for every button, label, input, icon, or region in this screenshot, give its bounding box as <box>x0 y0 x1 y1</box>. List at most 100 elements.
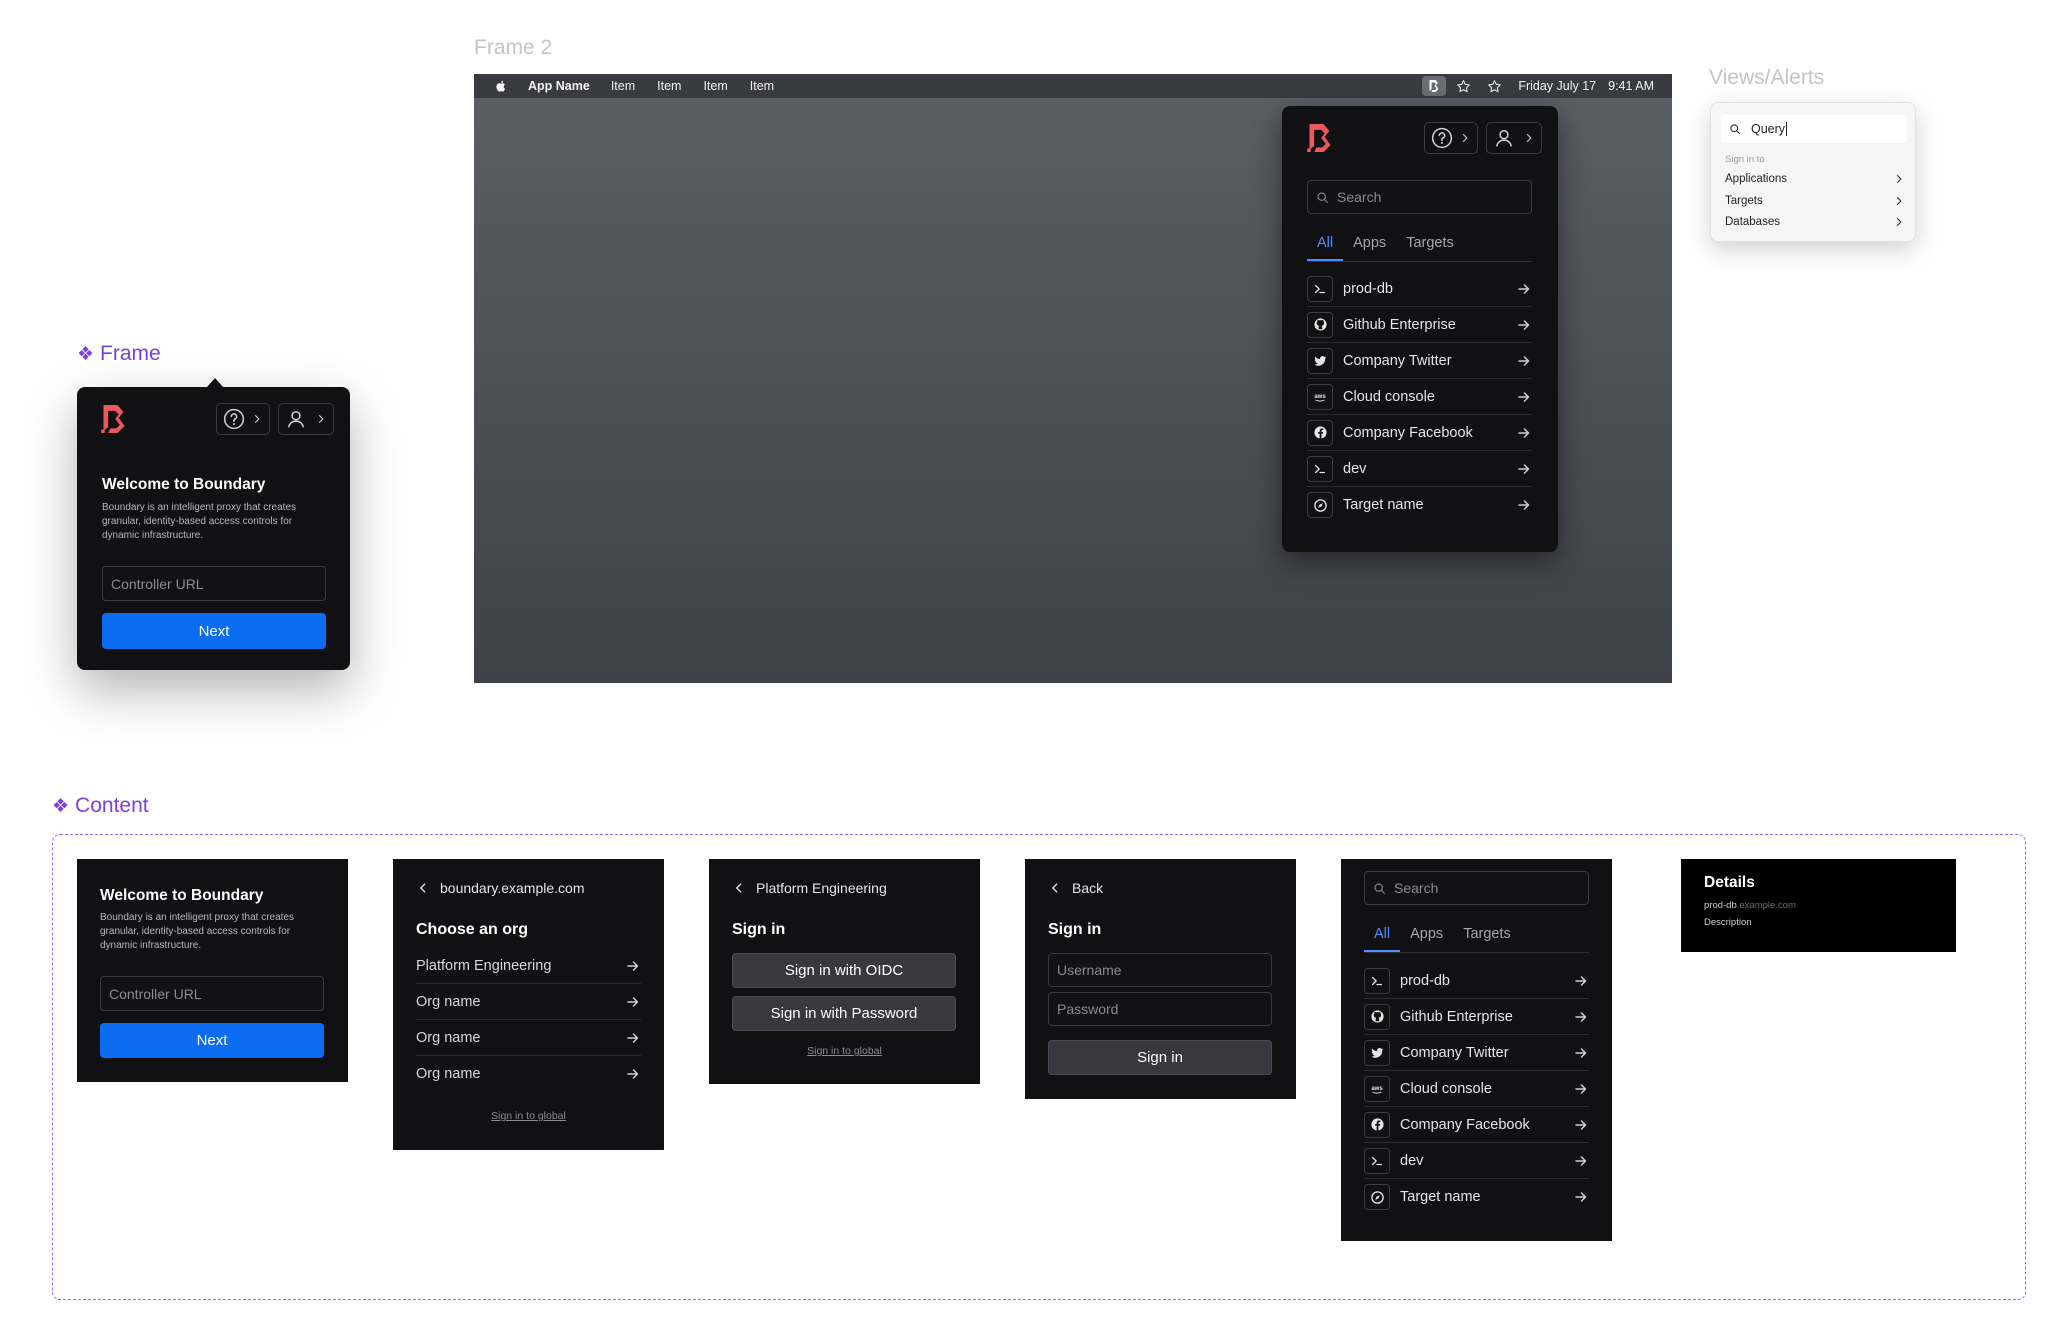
controller-url-placeholder: Controller URL <box>109 985 202 1002</box>
alerts-item[interactable]: Applications <box>1725 171 1905 187</box>
alerts-panel: Query Sign in to Applications Targets Da… <box>1710 102 1916 242</box>
org-row[interactable]: Org name <box>416 1020 641 1056</box>
target-row[interactable]: Company Twitter <box>1307 343 1532 379</box>
star-icon[interactable] <box>1456 79 1471 94</box>
sign-in-global-link[interactable]: Sign in to global <box>393 1110 664 1122</box>
org-row[interactable]: Org name <box>416 984 641 1020</box>
sign-in-button[interactable]: Sign in <box>1048 1040 1272 1075</box>
tab-apps[interactable]: Apps <box>1400 926 1453 952</box>
menubar-item[interactable]: Item <box>611 79 635 93</box>
arrow-right-icon <box>1516 389 1532 405</box>
controller-url-input[interactable]: Controller URL <box>102 566 326 601</box>
arrow-right-icon <box>1516 497 1532 513</box>
target-name: Company Facebook <box>1343 424 1473 441</box>
chevron-right-icon <box>1893 216 1905 228</box>
target-name: Target name <box>1400 1189 1481 1205</box>
org-row[interactable]: Org name <box>416 1056 641 1092</box>
details-target-name: prod-db <box>1704 900 1737 911</box>
component-icon: ❖ <box>77 343 95 365</box>
arrow-right-icon <box>1516 317 1532 333</box>
sign-in-global-link[interactable]: Sign in to global <box>709 1045 980 1057</box>
search-placeholder: Search <box>1394 880 1439 896</box>
target-row[interactable]: Cloud console <box>1307 379 1532 415</box>
username-input[interactable]: Username <box>1048 953 1272 987</box>
alerts-item-label: Applications <box>1725 173 1788 185</box>
content-label: ❖ Content <box>52 794 149 818</box>
org-name: Org name <box>416 993 481 1010</box>
search-input[interactable]: Search <box>1364 871 1589 905</box>
terminal-icon <box>1364 967 1390 994</box>
target-row[interactable]: Company Twitter <box>1364 1035 1589 1071</box>
arrow-right-icon <box>625 1030 641 1046</box>
search-input[interactable]: Search <box>1307 180 1532 214</box>
search-icon <box>1373 882 1386 895</box>
target-row[interactable]: Target name <box>1364 1179 1589 1215</box>
search-placeholder: Search <box>1337 189 1382 205</box>
component-icon: ❖ <box>52 795 70 817</box>
menubar-item[interactable]: Item <box>657 79 681 93</box>
chevron-right-icon <box>1459 132 1471 144</box>
menubar-item[interactable]: Item <box>750 79 774 93</box>
menubar-app-name[interactable]: App Name <box>528 79 590 93</box>
next-button[interactable]: Next <box>100 1023 324 1058</box>
target-list: prod-db Github Enterprise Company Twitte… <box>1307 271 1532 523</box>
back-link[interactable]: Back <box>1048 880 1103 896</box>
password-input[interactable]: Password <box>1048 992 1272 1026</box>
alerts-query-input[interactable]: Query <box>1721 115 1907 143</box>
target-name: dev <box>1343 460 1367 477</box>
github-icon <box>1307 311 1333 338</box>
back-link[interactable]: boundary.example.com <box>416 880 584 896</box>
user-menu-button[interactable] <box>1486 122 1542 154</box>
chevron-left-icon <box>416 881 430 895</box>
star-icon[interactable] <box>1487 79 1502 94</box>
details-host: prod-db.example.com <box>1704 900 1796 911</box>
welcome-title: Welcome to Boundary <box>102 476 266 493</box>
back-link[interactable]: Platform Engineering <box>732 880 887 896</box>
target-row[interactable]: Target name <box>1307 487 1532 523</box>
target-row[interactable]: dev <box>1364 1143 1589 1179</box>
sign-in-oidc-button[interactable]: Sign in with OIDC <box>732 953 956 988</box>
target-row[interactable]: prod-db <box>1307 271 1532 307</box>
tab-targets[interactable]: Targets <box>1453 926 1521 952</box>
compass-icon <box>1307 492 1333 518</box>
password-placeholder: Password <box>1057 1001 1119 1017</box>
target-name: Company Twitter <box>1343 352 1452 369</box>
target-name: Cloud console <box>1343 388 1435 405</box>
target-row[interactable]: Cloud console <box>1364 1071 1589 1107</box>
sign-in-title: Sign in <box>732 921 786 938</box>
sign-in-title: Sign in <box>1048 921 1102 938</box>
help-icon <box>1431 127 1453 149</box>
arrow-right-icon <box>1516 425 1532 441</box>
menubar-item[interactable]: Item <box>703 79 727 93</box>
sign-in-password-button[interactable]: Sign in with Password <box>732 996 956 1031</box>
choose-org-title: Choose an org <box>416 921 529 938</box>
user-menu-button[interactable] <box>278 403 334 435</box>
boundary-menubar-icon[interactable] <box>1422 76 1447 96</box>
apple-icon[interactable] <box>494 79 508 93</box>
target-row[interactable]: Github Enterprise <box>1364 999 1589 1035</box>
org-row[interactable]: Platform Engineering <box>416 948 641 984</box>
help-icon <box>223 408 245 430</box>
target-row[interactable]: Company Facebook <box>1307 415 1532 451</box>
target-row[interactable]: Github Enterprise <box>1307 307 1532 343</box>
target-row[interactable]: prod-db <box>1364 963 1589 999</box>
tab-all[interactable]: All <box>1307 235 1344 261</box>
help-menu-button[interactable] <box>1424 122 1478 154</box>
controller-url-input[interactable]: Controller URL <box>100 976 324 1011</box>
arrow-right-icon <box>1516 353 1532 369</box>
help-menu-button[interactable] <box>216 403 270 435</box>
tab-all[interactable]: All <box>1364 926 1401 952</box>
aws-icon <box>1307 383 1333 410</box>
chevron-right-icon <box>1893 195 1905 207</box>
alerts-item[interactable]: Databases <box>1725 214 1905 230</box>
target-tabs: All Apps Targets <box>1364 926 1589 953</box>
user-icon <box>1493 127 1515 149</box>
tab-targets[interactable]: Targets <box>1396 235 1464 261</box>
target-row[interactable]: dev <box>1307 451 1532 487</box>
target-tabs: All Apps Targets <box>1307 235 1532 262</box>
target-row[interactable]: Company Facebook <box>1364 1107 1589 1143</box>
tab-apps[interactable]: Apps <box>1343 235 1396 261</box>
details-screen: Details prod-db.example.com Description <box>1681 859 1956 952</box>
next-button[interactable]: Next <box>102 613 326 649</box>
alerts-item[interactable]: Targets <box>1725 193 1905 209</box>
